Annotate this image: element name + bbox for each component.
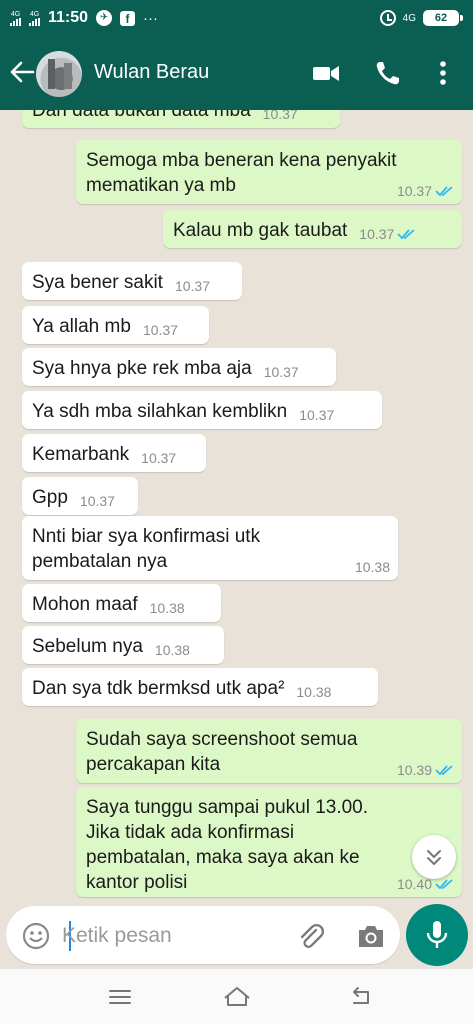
message-time: 10.38 (296, 684, 332, 700)
video-call-icon[interactable] (311, 58, 341, 88)
more-vert-icon[interactable] (428, 58, 458, 88)
read-receipt-icon (397, 229, 415, 240)
chevron-double-down-icon (427, 850, 441, 865)
message-bubble-incoming[interactable]: Sebelum nya 10.38 (22, 626, 224, 664)
network-type-right: 4G (402, 12, 416, 24)
message-text: Ya sdh mba silahkan kemblikn (32, 401, 288, 422)
message-input-container (6, 906, 400, 964)
message-text: Gpp (32, 487, 68, 508)
scroll-down-button[interactable] (412, 835, 456, 879)
message-time: 10.37 (299, 407, 335, 423)
message-time: 10.37 (263, 364, 299, 380)
message-text: Kalau mb gak taubat (173, 220, 348, 241)
message-time: 10.39 (396, 762, 432, 778)
network-type-1: 4G (10, 10, 21, 18)
alarm-icon (379, 10, 396, 26)
message-bubble-incoming[interactable]: Kemarbank 10.37 (22, 434, 206, 472)
message-time: 10.37 (174, 278, 211, 294)
status-time: 11:50 (48, 9, 89, 26)
message-bubble-incoming[interactable]: Sya bener sakit 10.37 (22, 262, 242, 300)
message-bubble-incoming[interactable]: Nnti biar sya konfirmasi utk pembatalan … (22, 516, 398, 580)
mic-button[interactable] (406, 904, 468, 966)
message-time: 10.37 (396, 183, 432, 199)
camera-icon[interactable] (356, 922, 386, 950)
message-time: 10.37 (359, 226, 395, 242)
message-time: 10.40 (396, 876, 432, 892)
signal-icon: 4G (10, 11, 21, 26)
menu-icon[interactable] (105, 983, 135, 1011)
chat-header: Wulan Berau (0, 38, 473, 110)
facebook-icon: f (120, 10, 136, 26)
back-arrow-icon[interactable] (8, 58, 36, 86)
composer (0, 902, 473, 968)
battery-indicator: 62 (423, 10, 463, 26)
contact-name[interactable]: Wulan Berau (94, 61, 209, 84)
message-bubble-outgoing[interactable]: Kalau mb gak taubat 10.37 (163, 210, 462, 248)
emoji-icon[interactable] (22, 922, 50, 950)
more-notifications: ··· (143, 9, 159, 27)
avatar[interactable] (36, 51, 82, 97)
message-text: Dan data bukan data mba (32, 110, 251, 121)
message-time: 10.38 (149, 600, 185, 616)
attach-icon[interactable] (296, 922, 326, 952)
message-text: Nnti biar sya konfirmasi utk pembatalan … (32, 526, 261, 572)
back-icon[interactable] (346, 983, 376, 1011)
status-bar: 4G 4G 11:50 ✈ f ··· 4G 62 (0, 0, 473, 38)
network-type-2: 4G (29, 10, 40, 18)
message-bubble-incoming[interactable]: Ya sdh mba silahkan kemblikn 10.37 (22, 391, 382, 429)
read-receipt-icon (435, 765, 453, 776)
voice-call-icon[interactable] (373, 58, 403, 88)
message-text: Sya bener sakit (32, 272, 163, 293)
message-time: 10.37 (142, 322, 178, 338)
message-time: 10.38 (154, 642, 190, 658)
message-text: Semoga mba beneran kena penyakit mematik… (86, 150, 397, 196)
notification-icon: ✈ (96, 10, 113, 26)
read-receipt-icon (435, 879, 453, 890)
message-bubble-outgoing[interactable]: Saya tunggu sampai pukul 13.00. Jika tid… (76, 787, 462, 897)
message-text: Kemarbank (32, 444, 130, 465)
message-text: Sudah saya screenshoot semua percakapan … (86, 729, 358, 775)
message-bubble-outgoing[interactable]: Dan data bukan data mba 10.37 (22, 110, 340, 128)
message-time: 10.38 (354, 559, 390, 575)
message-bubble-incoming[interactable]: Mohon maaf 10.38 (22, 584, 221, 622)
message-text: Saya tunggu sampai pukul 13.00. Jika tid… (86, 797, 369, 893)
home-icon[interactable] (222, 983, 252, 1011)
chat-area[interactable]: Dan data bukan data mba 10.37 Semoga mba … (0, 110, 473, 902)
message-bubble-incoming[interactable]: Ya allah mb 10.37 (22, 306, 209, 344)
message-time: 10.37 (79, 493, 115, 509)
read-receipt-icon (435, 186, 453, 197)
message-text: Sebelum nya (32, 636, 143, 657)
signal-icon-2: 4G (29, 11, 40, 26)
message-text: Ya allah mb (32, 316, 131, 337)
message-text: Sya hnya pke rek mba aja (32, 358, 252, 379)
message-time: 10.37 (141, 450, 177, 466)
message-bubble-incoming[interactable]: Dan sya tdk bermksd utk apa² 10.38 (22, 668, 378, 706)
message-input[interactable] (62, 922, 282, 950)
message-text: Dan sya tdk bermksd utk apa² (32, 678, 285, 699)
message-time: 10.37 (262, 110, 298, 122)
mic-icon (426, 921, 448, 948)
message-bubble-outgoing[interactable]: Sudah saya screenshoot semua percakapan … (76, 719, 462, 783)
message-text: Mohon maaf (32, 594, 138, 615)
message-bubble-incoming[interactable]: Gpp 10.37 (22, 477, 138, 515)
system-nav-bar (0, 968, 473, 1024)
message-bubble-incoming[interactable]: Sya hnya pke rek mba aja 10.37 (22, 348, 336, 386)
message-bubble-outgoing[interactable]: Semoga mba beneran kena penyakit mematik… (76, 140, 462, 204)
